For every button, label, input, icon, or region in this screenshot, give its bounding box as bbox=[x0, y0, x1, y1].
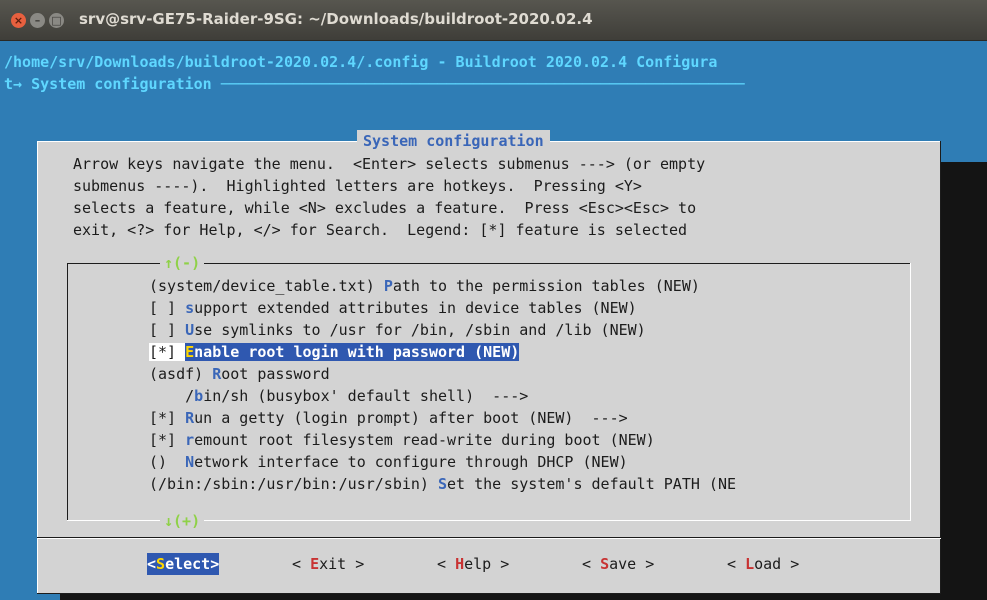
breadcrumb: t→ System configuration ────────────────… bbox=[4, 75, 745, 93]
menu-item-dhcp-interface[interactable]: () Network interface to configure throug… bbox=[149, 451, 628, 473]
help-text-line: Arrow keys navigate the menu. <Enter> se… bbox=[73, 155, 706, 173]
menu-item-symlinks-usr[interactable]: [ ] Use symlinks to /usr for /bin, /sbin… bbox=[149, 319, 646, 341]
window-title: srv@srv-GE75-Raider-9SG: ~/Downloads/bui… bbox=[79, 10, 593, 28]
help-text-line: submenus ----). Highlighted letters are … bbox=[73, 177, 642, 195]
hotkey: r bbox=[185, 431, 195, 449]
menu-list[interactable]: ↑(-) ↓(+) (system/device_table.txt) Path… bbox=[67, 252, 911, 532]
minimize-icon[interactable]: – bbox=[30, 13, 45, 28]
load-button[interactable]: < Load > bbox=[727, 553, 799, 575]
config-path-header: /home/srv/Downloads/buildroot-2020.02.4/… bbox=[4, 53, 718, 71]
title-bar[interactable]: × – □ srv@srv-GE75-Raider-9SG: ~/Downloa… bbox=[0, 0, 987, 41]
maximize-icon[interactable]: □ bbox=[49, 13, 64, 28]
help-button[interactable]: < Help > bbox=[437, 553, 509, 575]
menu-item-default-path[interactable]: (/bin:/sbin:/usr/bin:/usr/sbin) Set the … bbox=[149, 473, 736, 495]
help-text-line: selects a feature, while <N> excludes a … bbox=[73, 199, 697, 217]
menuconfig-dialog: System configuration Arrow keys navigate… bbox=[37, 130, 941, 594]
terminal-window: × – □ srv@srv-GE75-Raider-9SG: ~/Downloa… bbox=[0, 0, 987, 600]
menu-item-getty[interactable]: [*] Run a getty (login prompt) after boo… bbox=[149, 407, 628, 429]
hotkey: E bbox=[185, 343, 195, 361]
scroll-down-indicator: ↓(+) bbox=[160, 510, 205, 532]
dialog-title: System configuration bbox=[357, 130, 550, 152]
hotkey: b bbox=[194, 387, 204, 405]
hotkey: s bbox=[185, 299, 195, 317]
hotkey: R bbox=[212, 365, 222, 383]
hotkey: R bbox=[185, 409, 195, 427]
scroll-up-indicator: ↑(-) bbox=[160, 252, 205, 274]
menu-item-root-password[interactable]: (asdf) Root password bbox=[149, 363, 330, 385]
menu-item-extended-attributes[interactable]: [ ] support extended attributes in devic… bbox=[149, 297, 637, 319]
save-button[interactable]: < Save > bbox=[582, 553, 654, 575]
terminal-area[interactable]: /home/srv/Downloads/buildroot-2020.02.4/… bbox=[0, 41, 987, 600]
hotkey: P bbox=[383, 277, 393, 295]
exit-button[interactable]: < Exit > bbox=[292, 553, 364, 575]
hotkey: U bbox=[185, 321, 195, 339]
help-text-line: exit, <?> for Help, </> for Search. Lege… bbox=[73, 221, 688, 239]
hotkey: N bbox=[185, 453, 195, 471]
menu-item-default-shell[interactable]: /bin/sh (busybox' default shell) ---> bbox=[149, 385, 528, 407]
menu-item-permission-tables[interactable]: (system/device_table.txt) Path to the pe… bbox=[149, 275, 700, 297]
menu-item-root-login-selected[interactable]: [*] Enable root login with password (NEW… bbox=[149, 341, 520, 363]
close-icon[interactable]: × bbox=[11, 13, 26, 28]
select-button[interactable]: <Select> bbox=[147, 553, 220, 575]
menu-item-remount-root[interactable]: [*] remount root filesystem read-write d… bbox=[149, 429, 655, 451]
hotkey: S bbox=[437, 475, 448, 493]
